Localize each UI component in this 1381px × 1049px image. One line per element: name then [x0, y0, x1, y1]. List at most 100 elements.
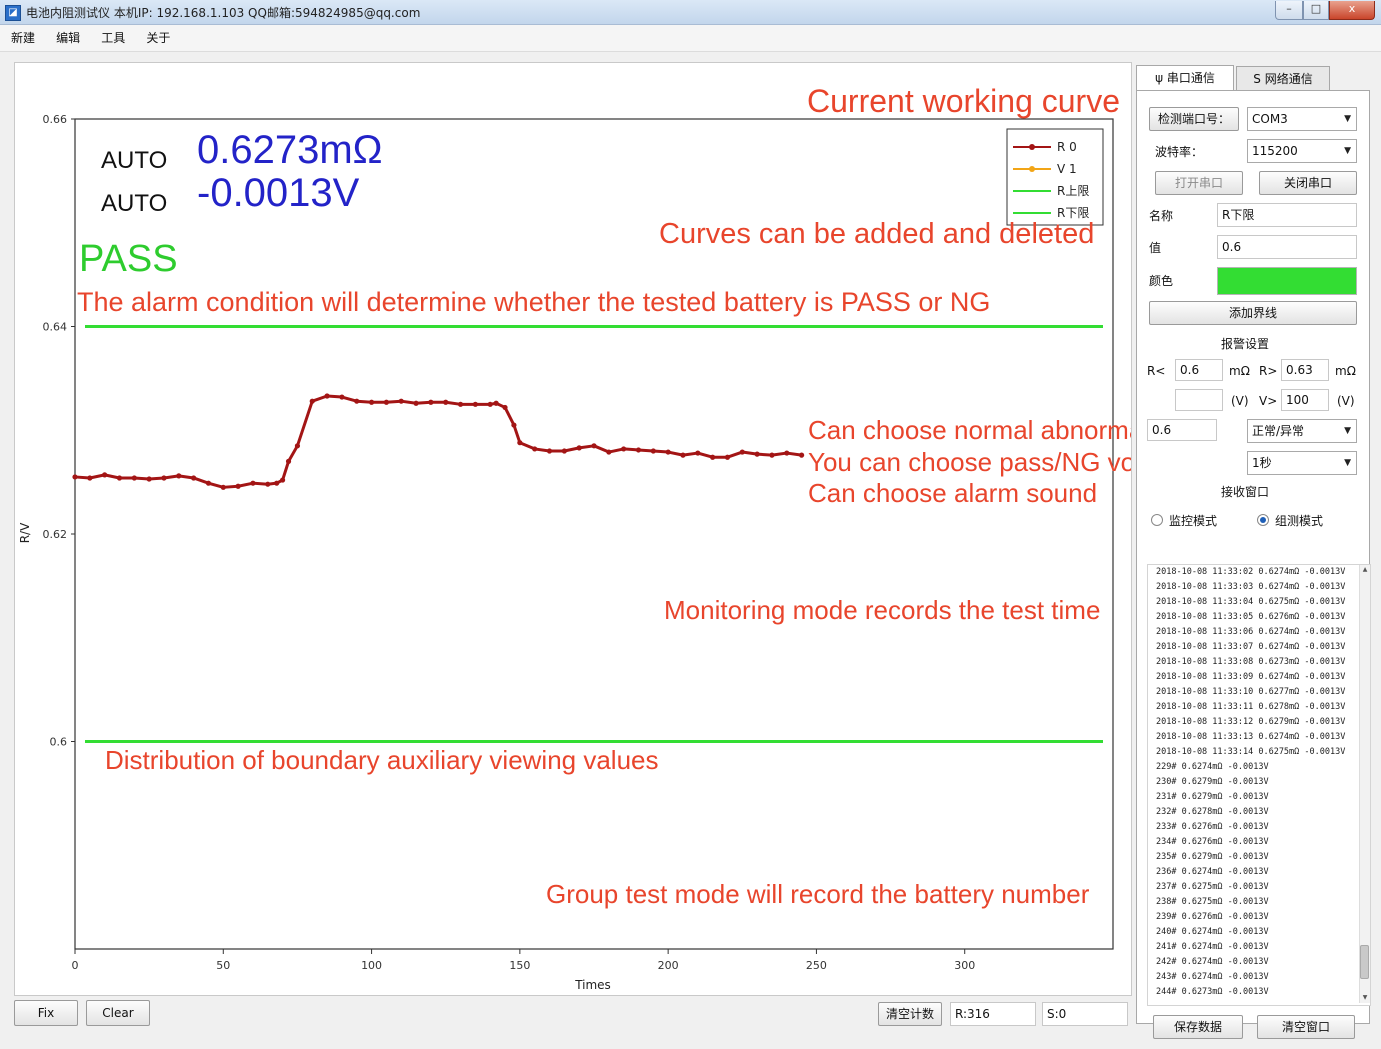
chevron-down-icon: ▼: [1344, 146, 1351, 156]
data-point: [799, 452, 805, 458]
log-scroll-thumb[interactable]: [1360, 945, 1369, 979]
port-select[interactable]: COM3 ▼: [1247, 107, 1357, 131]
close-button[interactable]: x: [1329, 1, 1375, 20]
annotation-group-test: Group test mode will record the battery …: [546, 879, 1090, 909]
data-point: [621, 446, 627, 452]
clear-window-button[interactable]: 清空窗口: [1257, 1015, 1355, 1039]
data-point: [413, 400, 419, 406]
r-greater-unit: mΩ: [1335, 364, 1356, 378]
close-port-button[interactable]: 关闭串口: [1259, 171, 1357, 195]
tab-network[interactable]: S 网络通信: [1236, 66, 1330, 91]
mode-label-voltage: AUTO: [101, 190, 167, 217]
scroll-up-icon[interactable]: ▲: [1361, 566, 1369, 574]
voice-mode-select[interactable]: 正常/异常 ▼: [1247, 419, 1357, 443]
color-label: 颜色: [1149, 274, 1174, 288]
data-point: [487, 401, 493, 407]
data-point: [457, 401, 464, 407]
window-title: 电池内阻测试仪 本机IP: 192.168.1.103 QQ邮箱:5948249…: [26, 6, 421, 20]
r-greater-label: R>: [1259, 364, 1278, 378]
port-label-button[interactable]: 检测端口号：: [1149, 107, 1239, 131]
boundary-value-input[interactable]: 0.6: [1217, 235, 1357, 259]
sound-duration-select[interactable]: 1秒 ▼: [1247, 451, 1357, 475]
data-point: [443, 399, 449, 405]
data-point: [176, 473, 182, 479]
tab-serial[interactable]: ψ 串口通信: [1136, 65, 1234, 92]
log-line: 229# 0.6274mΩ -0.0013V: [1156, 762, 1269, 772]
legend-label-v1: V 1: [1057, 162, 1077, 176]
detect-mode-radio[interactable]: [1257, 514, 1269, 526]
log-scrollbar[interactable]: ▲ ▼: [1359, 565, 1370, 1003]
menu-bar: 新建 编辑 工具 关于: [0, 25, 1381, 52]
voice-threshold-input[interactable]: 0.6: [1147, 419, 1217, 441]
baud-select[interactable]: 115200 ▼: [1247, 139, 1357, 163]
data-point: [383, 399, 389, 405]
y-tick-label: 0.64: [43, 321, 68, 334]
menu-edit[interactable]: 编辑: [53, 25, 83, 51]
boundary-name-input[interactable]: R下限: [1217, 203, 1357, 227]
data-point: [665, 449, 671, 455]
data-point: [250, 480, 256, 486]
y-tick-label: 0.62: [43, 528, 68, 541]
x-tick-label: 0: [72, 959, 79, 972]
voice-mode-value: 正常/异常: [1252, 424, 1305, 438]
data-point: [324, 393, 330, 399]
data-point: [161, 475, 167, 481]
log-line: 2018-10-08 11:33:13 0.6274mΩ -0.0013V: [1156, 732, 1346, 742]
minimize-button[interactable]: –: [1275, 1, 1303, 20]
add-boundary-button[interactable]: 添加界线: [1149, 301, 1357, 325]
log-line: 2018-10-08 11:33:14 0.6275mΩ -0.0013V: [1156, 747, 1346, 757]
open-port-button[interactable]: 打开串口: [1155, 171, 1243, 195]
log-line: 237# 0.6275mΩ -0.0013V: [1156, 882, 1269, 892]
monitor-mode-radio[interactable]: [1151, 514, 1163, 526]
r-greater-input[interactable]: 0.63: [1281, 359, 1329, 381]
voltage-readout: -0.0013V: [197, 171, 360, 215]
alarm-settings-label: 报警设置: [1221, 337, 1270, 351]
data-point: [724, 454, 731, 460]
data-point: [146, 476, 152, 482]
save-data-button[interactable]: 保存数据: [1153, 1015, 1243, 1039]
annotation-alarm-condition: The alarm condition will determine wheth…: [77, 287, 990, 317]
data-point: [368, 399, 375, 405]
maximize-button[interactable]: □: [1303, 1, 1329, 20]
annotation-boundary-values: Distribution of boundary auxiliary viewi…: [105, 745, 659, 775]
s-count-field: S:0: [1042, 1002, 1128, 1026]
fix-button[interactable]: Fix: [14, 1000, 78, 1026]
data-point: [591, 443, 597, 449]
clear-button[interactable]: Clear: [86, 1000, 150, 1026]
log-line: 241# 0.6274mΩ -0.0013V: [1156, 942, 1269, 952]
y-tick-label: 0.6: [50, 736, 68, 749]
data-point: [769, 452, 775, 458]
annotation-monitoring-mode: Monitoring mode records the test time: [664, 595, 1100, 625]
color-picker[interactable]: [1217, 267, 1357, 295]
log-line: 2018-10-08 11:33:06 0.6274mΩ -0.0013V: [1156, 627, 1346, 637]
log-line: 232# 0.6278mΩ -0.0013V: [1156, 807, 1269, 817]
data-point: [650, 448, 656, 454]
data-point: [72, 474, 78, 480]
menu-about[interactable]: 关于: [143, 25, 173, 51]
v-greater-input[interactable]: 100: [1281, 389, 1329, 411]
v-less-unit: (V): [1231, 394, 1249, 408]
scroll-down-icon[interactable]: ▼: [1361, 994, 1369, 1002]
menu-new[interactable]: 新建: [8, 25, 38, 51]
y-tick-label: 0.66: [43, 113, 68, 126]
r-less-input[interactable]: 0.6: [1175, 359, 1223, 381]
data-point: [102, 472, 108, 478]
data-point: [339, 394, 345, 400]
log-line: 233# 0.6276mΩ -0.0013V: [1156, 822, 1269, 832]
log-line: 234# 0.6276mΩ -0.0013V: [1156, 837, 1269, 847]
log-line: 236# 0.6274mΩ -0.0013V: [1156, 867, 1269, 877]
receive-log[interactable]: 2018-10-08 11:33:02 0.6274mΩ -0.0013V 201…: [1147, 564, 1371, 1006]
log-line: 235# 0.6279mΩ -0.0013V: [1156, 852, 1269, 862]
r-less-unit: mΩ: [1229, 364, 1250, 378]
network-icon: S: [1253, 72, 1265, 86]
menu-tools[interactable]: 工具: [98, 25, 128, 51]
clear-count-button[interactable]: 清空计数: [878, 1002, 942, 1026]
data-point: [191, 475, 197, 481]
x-axis-label: Times: [574, 978, 611, 992]
data-point: [265, 481, 271, 487]
log-line: 2018-10-08 11:33:11 0.6278mΩ -0.0013V: [1156, 702, 1346, 712]
log-line: 2018-10-08 11:33:10 0.6277mΩ -0.0013V: [1156, 687, 1346, 697]
data-point: [561, 448, 567, 454]
v-less-input[interactable]: [1175, 389, 1223, 411]
chevron-down-icon: ▼: [1344, 426, 1351, 436]
